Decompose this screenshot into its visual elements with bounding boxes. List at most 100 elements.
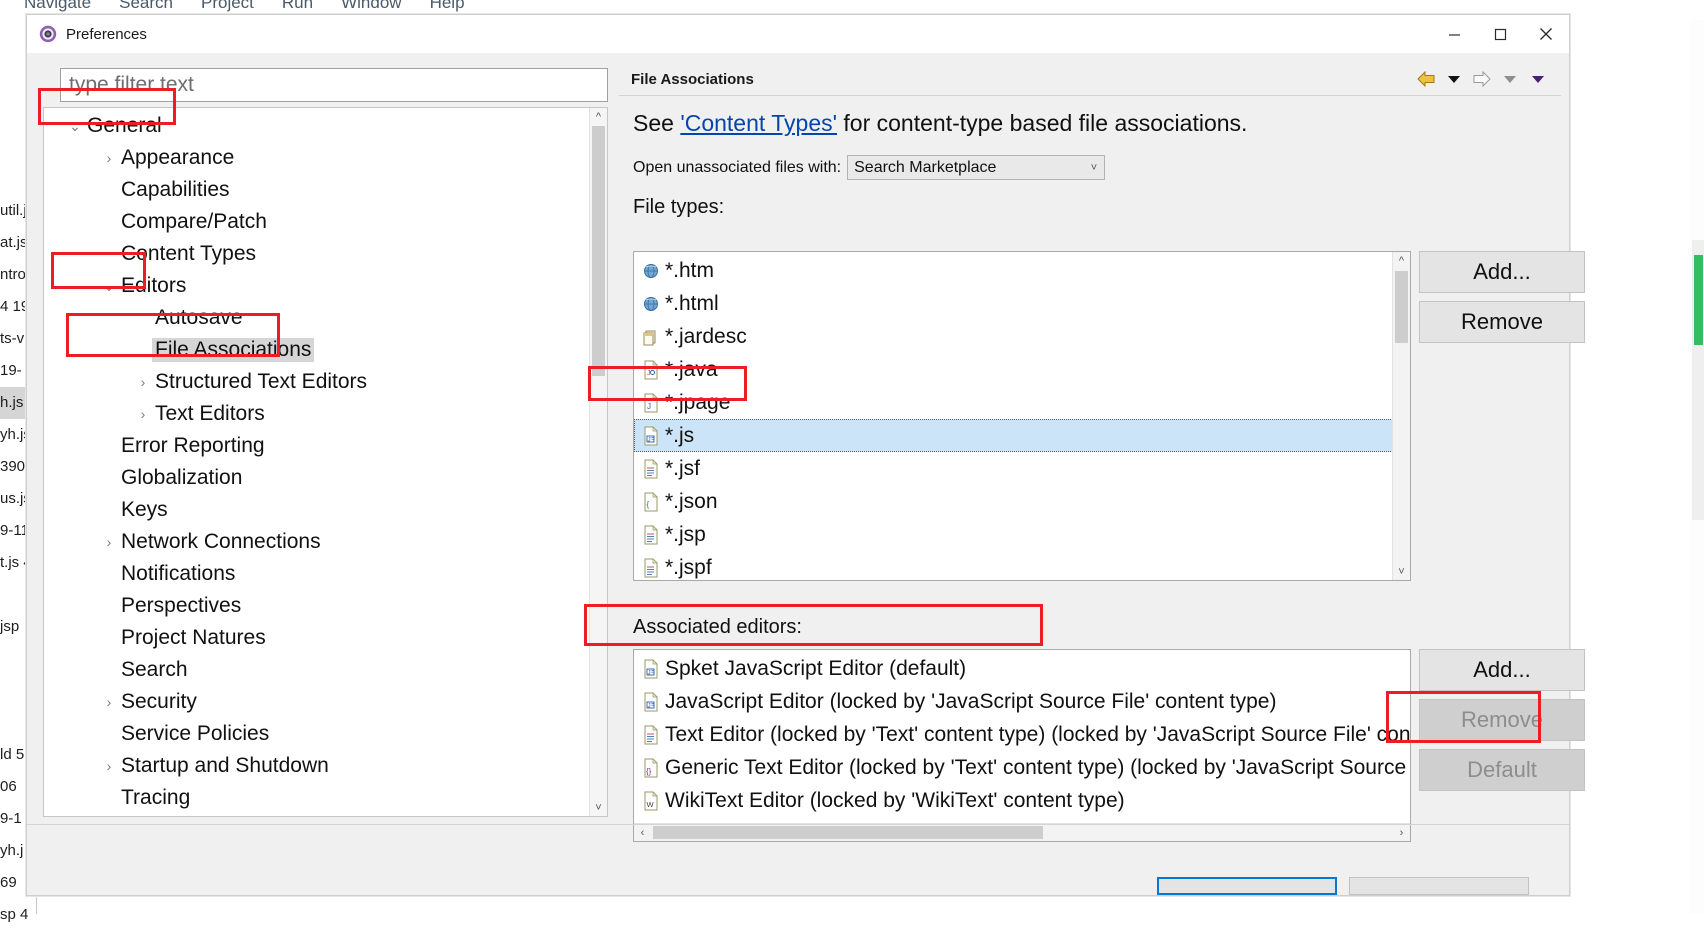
file-type-row[interactable]: *.jardesc	[634, 320, 1393, 353]
tree-item-compare-patch[interactable]: Compare/Patch	[44, 206, 592, 238]
associated-editor-row[interactable]: Text Editor (locked by 'Text' content ty…	[634, 718, 1410, 751]
chevron-right-icon[interactable]: ›	[134, 406, 152, 422]
ide-menubar[interactable]: Navigate Search Project Run Window Help	[0, 0, 1704, 14]
tree-item-keys[interactable]: Keys	[44, 494, 592, 526]
menu-item-run[interactable]: Run	[282, 0, 313, 13]
menu-item-navigate[interactable]: Navigate	[24, 0, 91, 13]
tree-item-notifications[interactable]: Notifications	[44, 558, 592, 590]
svg-text:J: J	[648, 703, 651, 709]
tree-item-service-policies[interactable]: Service Policies	[44, 718, 592, 750]
generic-text-editor-icon: {}	[642, 757, 660, 778]
associated-editors-rows[interactable]: J Spket JavaScript Editor (default) J JavaS…	[634, 652, 1410, 817]
tree-item-autosave[interactable]: Autosave	[44, 302, 592, 334]
window-controls	[1431, 15, 1569, 53]
menu-item-help[interactable]: Help	[430, 0, 465, 13]
tree-item-perspectives[interactable]: Perspectives	[44, 590, 592, 622]
file-types-add-button[interactable]: Add...	[1419, 251, 1585, 293]
tree-item-structured-text-editors[interactable]: › Structured Text Editors	[44, 366, 592, 398]
file-type-row[interactable]: *.jsp	[634, 518, 1393, 551]
file-type-row[interactable]: *.html	[634, 287, 1393, 320]
tree-item-startup-and-shutdown[interactable]: › Startup and Shutdown	[44, 750, 592, 782]
chevron-right-icon[interactable]: ›	[100, 150, 118, 166]
tree-item-project-natures[interactable]: Project Natures	[44, 622, 592, 654]
preference-tree-pane[interactable]: ⌄ General › Appearance Capabilities Compare/P…	[43, 107, 608, 817]
cancel-button[interactable]	[1349, 877, 1529, 895]
forward-arrow-icon[interactable]	[1471, 68, 1493, 90]
globe-icon	[642, 294, 660, 314]
chevron-right-icon[interactable]: ›	[134, 374, 152, 390]
tree-item-editors[interactable]: ⌄ Editors	[44, 270, 592, 302]
file-types-rows[interactable]: *.htm *.html *.jardesc J *.java J *.jpage J *.js…	[634, 254, 1393, 580]
file-types-vertical-scrollbar[interactable]: ^ ˅	[1392, 252, 1410, 580]
unassociated-files-select[interactable]: Search Marketplace ˅	[847, 155, 1106, 180]
svg-text:{}: {}	[646, 767, 652, 776]
chevron-down-icon: ˅	[1090, 161, 1098, 174]
file-types-remove-button[interactable]: Remove	[1419, 301, 1585, 343]
preference-tree[interactable]: ⌄ General › Appearance Capabilities Compare/P…	[44, 108, 592, 814]
file-types-scroll-down-icon[interactable]: ˅	[1393, 563, 1410, 580]
editor-scrollbar-thumb[interactable]	[1694, 255, 1703, 345]
apply-and-close-button[interactable]	[1157, 877, 1337, 895]
tree-item-content-types[interactable]: Content Types	[44, 238, 592, 270]
file-types-list[interactable]: *.htm *.html *.jardesc J *.java J *.jpage J *.js…	[633, 251, 1411, 581]
tree-item-globalization[interactable]: Globalization	[44, 462, 592, 494]
tree-item-tracing[interactable]: Tracing	[44, 782, 592, 814]
chevron-right-icon[interactable]: ›	[100, 534, 118, 550]
file-type-row[interactable]: {*.json	[634, 485, 1393, 518]
close-button[interactable]	[1523, 15, 1569, 53]
tree-item-text-editors[interactable]: › Text Editors	[44, 398, 592, 430]
page-header: File Associations	[619, 63, 1561, 96]
chevron-right-icon[interactable]: ›	[100, 758, 118, 774]
file-type-label: *.jsp	[665, 522, 706, 546]
chevron-right-icon[interactable]: ›	[100, 694, 118, 710]
editors-add-button[interactable]: Add...	[1419, 649, 1585, 691]
file-types-scroll-up-icon[interactable]: ^	[1393, 252, 1410, 269]
file-type-row[interactable]: *.jsf	[634, 452, 1393, 485]
associated-editors-list[interactable]: J Spket JavaScript Editor (default) J JavaS…	[633, 649, 1411, 842]
tree-scroll-thumb[interactable]	[592, 126, 605, 376]
tree-item-error-reporting[interactable]: Error Reporting	[44, 430, 592, 462]
menu-item-window[interactable]: Window	[341, 0, 401, 13]
tree-item-capabilities[interactable]: Capabilities	[44, 174, 592, 206]
tree-scroll-up-icon[interactable]: ^	[590, 108, 607, 125]
tree-item-file-associations[interactable]: File Associations	[44, 334, 592, 366]
view-menu-chevron-down-icon[interactable]	[1527, 68, 1549, 90]
tree-item-label: Text Editors	[155, 402, 265, 425]
file-type-row[interactable]: *.htm	[634, 254, 1393, 287]
menu-item-search[interactable]: Search	[119, 0, 173, 13]
content-types-link[interactable]: 'Content Types'	[680, 110, 837, 136]
back-arrow-icon[interactable]	[1415, 68, 1437, 90]
forward-menu-chevron-down-icon[interactable]	[1499, 68, 1521, 90]
chevron-down-icon[interactable]: ⌄	[100, 278, 118, 295]
tree-item-label: Structured Text Editors	[155, 370, 368, 393]
maximize-button[interactable]	[1477, 15, 1523, 53]
associated-editor-row[interactable]: W WikiText Editor (locked by 'WikiText' c…	[634, 784, 1410, 817]
filter-input-wrapper[interactable]: type filter text	[60, 68, 608, 102]
tree-item-security[interactable]: › Security	[44, 686, 592, 718]
tree-item-network-connections[interactable]: › Network Connections	[44, 526, 592, 558]
page-navigation[interactable]	[1415, 68, 1561, 90]
dialog-titlebar[interactable]: Preferences	[27, 15, 1569, 53]
associated-editors-label: Associated editors:	[633, 616, 802, 638]
associated-editor-row[interactable]: J JavaScript Editor (locked by 'JavaScrip…	[634, 685, 1410, 718]
file-types-scroll-thumb[interactable]	[1395, 271, 1408, 343]
tree-item-general[interactable]: ⌄ General	[44, 110, 592, 142]
tree-item-search[interactable]: Search	[44, 654, 592, 686]
tree-item-label: Network Connections	[121, 530, 321, 553]
tree-item-appearance[interactable]: › Appearance	[44, 142, 592, 174]
tree-scroll-down-icon[interactable]: ˅	[590, 799, 607, 816]
tree-vertical-scrollbar[interactable]: ^ ˅	[589, 108, 607, 816]
menu-item-project[interactable]: Project	[201, 0, 254, 13]
tree-item-label: Project Natures	[121, 626, 266, 649]
file-type-label: *.jardesc	[665, 324, 747, 348]
file-type-row[interactable]: J *.js	[634, 419, 1393, 452]
file-type-row[interactable]: *.jspf	[634, 551, 1393, 580]
file-type-row[interactable]: J *.jpage	[634, 386, 1393, 419]
associated-editor-row[interactable]: {} Generic Text Editor (locked by 'Text' …	[634, 751, 1410, 784]
file-type-row[interactable]: J *.java	[634, 353, 1393, 386]
minimize-button[interactable]	[1431, 15, 1477, 53]
chevron-down-icon[interactable]: ⌄	[66, 118, 84, 135]
text-editor-icon	[642, 724, 660, 745]
back-menu-chevron-down-icon[interactable]	[1443, 68, 1465, 90]
associated-editor-row[interactable]: J Spket JavaScript Editor (default)	[634, 652, 1410, 685]
